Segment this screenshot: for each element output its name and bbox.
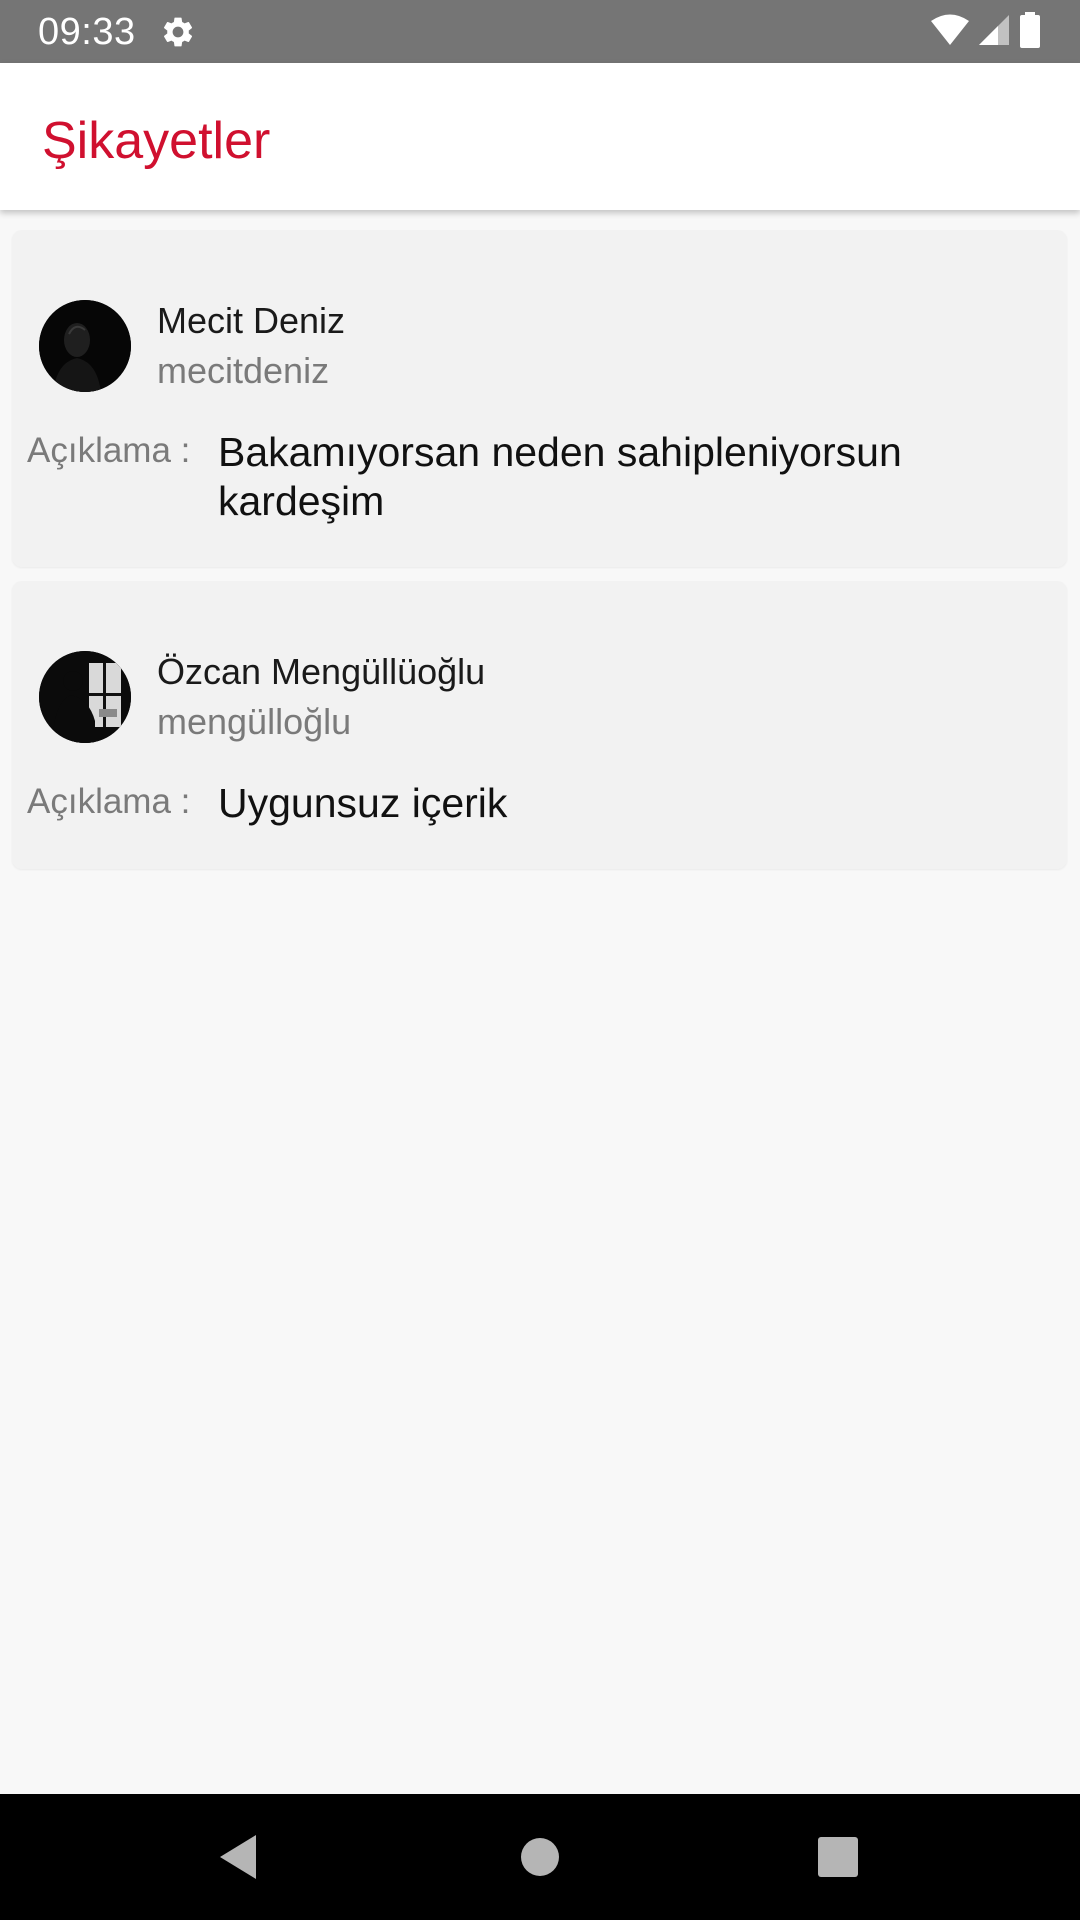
back-icon[interactable] [178, 1794, 298, 1920]
description-text: Bakamıyorsan neden sahipleniyorsun karde… [218, 429, 902, 524]
recents-icon[interactable] [778, 1794, 898, 1920]
user-name: Mecit Deniz [157, 300, 346, 341]
gear-icon [160, 14, 196, 50]
user-name: Özcan Mengüllüoğlu [157, 651, 486, 692]
description-label: Açıklama : [27, 782, 191, 821]
description-label: Açıklama : [27, 431, 191, 470]
complaint-card[interactable]: Özcan Mengüllüoğlu mengülloğlu Açıklama … [12, 581, 1067, 869]
app-bar: Şikayetler [0, 63, 1080, 210]
complaint-card[interactable]: Mecit Deniz mecitdeniz Açıklama : Bakamı… [12, 230, 1067, 567]
status-icons [930, 11, 1042, 53]
wifi-icon [930, 14, 970, 51]
user-handle: mengülloğlu [157, 701, 352, 742]
status-bar: 09:33 [0, 0, 1080, 63]
status-time: 09:33 [38, 11, 136, 53]
navigation-bar [0, 1794, 1080, 1920]
page-title: Şikayetler [42, 112, 271, 170]
avatar [39, 651, 131, 743]
description-text: Uygunsuz içerik [218, 780, 508, 826]
complaint-list: Mecit Deniz mecitdeniz Açıklama : Bakamı… [12, 230, 1067, 883]
avatar [39, 300, 131, 392]
home-icon[interactable] [480, 1794, 600, 1920]
user-handle: mecitdeniz [157, 350, 330, 391]
battery-icon [1018, 11, 1042, 53]
signal-icon [978, 14, 1010, 51]
